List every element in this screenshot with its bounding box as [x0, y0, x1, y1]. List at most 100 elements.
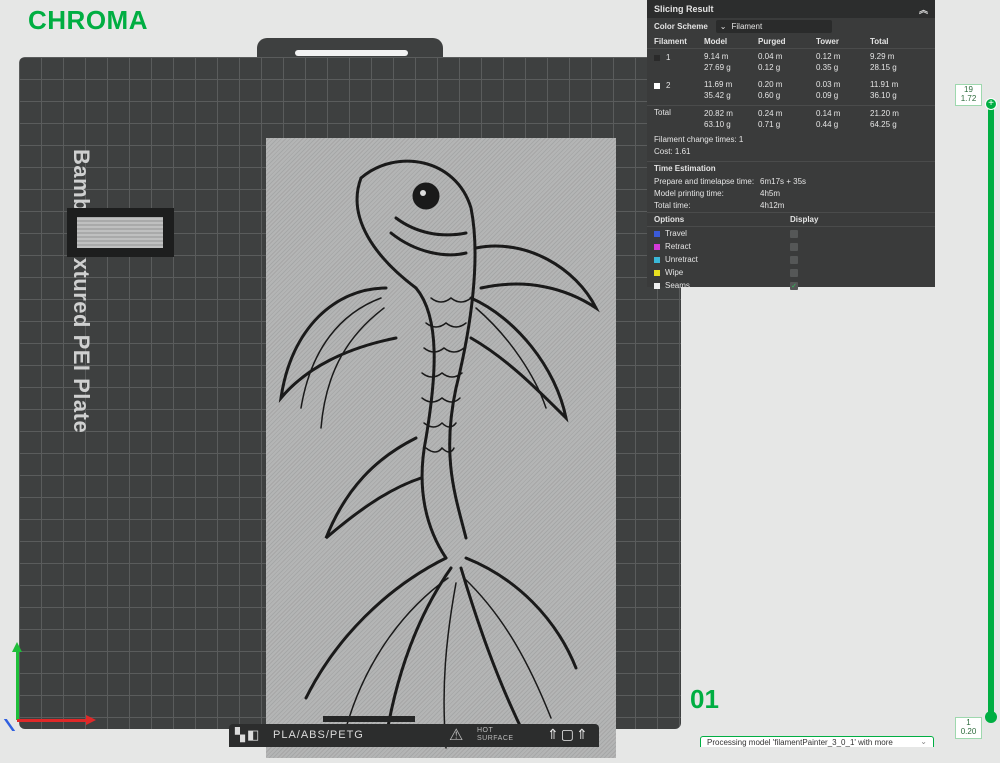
color-scheme-select[interactable]: ⌄ Filament — [715, 20, 832, 33]
koi-fish-model[interactable] — [266, 138, 616, 758]
header-filament: Filament — [654, 37, 687, 46]
collapse-icon[interactable]: ︽ — [919, 3, 928, 16]
panel-title: Slicing Result — [654, 4, 714, 14]
cell: 28.15 g — [870, 63, 897, 72]
cell: 0.04 m — [758, 52, 783, 61]
material-label: PLA/ABS/PETG — [273, 729, 364, 741]
cell: 0.12 g — [758, 63, 781, 72]
option-travel: Travel — [647, 227, 935, 240]
filament-swatch — [654, 54, 660, 61]
cell: 0.12 m — [816, 52, 841, 61]
small-part-top-surface — [77, 217, 163, 248]
cell: 0.44 g — [816, 120, 839, 129]
header-tower: Tower — [816, 37, 839, 46]
chevron-down-icon[interactable]: ⌄ — [920, 737, 927, 746]
bottom-layer-number: 1 — [966, 718, 971, 727]
filament-table-header: Filament Model Purged Tower Total — [647, 35, 935, 49]
cell: 21.20 m — [870, 109, 899, 118]
option-wipe: Wipe — [647, 266, 935, 279]
cell: 0.24 m — [758, 109, 783, 118]
wipe-swatch — [654, 269, 660, 276]
table-row: 2 11.69 m 35.42 g 0.20 m 0.60 g 0.03 m 0.09… — [647, 77, 935, 105]
top-layer-height: 1.72 — [960, 94, 977, 103]
cell: 0.60 g — [758, 91, 781, 100]
cell: 63.10 g — [704, 120, 731, 129]
slider-bottom-label: 1 0.20 — [955, 717, 982, 739]
processing-notification[interactable]: Processing model 'filamentPainter_3_0_1'… — [700, 736, 934, 747]
option-retract: Retract — [647, 240, 935, 253]
unretract-checkbox[interactable] — [790, 255, 798, 264]
panel-header[interactable]: Slicing Result ︽ — [647, 0, 935, 18]
small-part[interactable] — [67, 208, 174, 257]
chevron-down-icon: ⌄ — [719, 22, 727, 31]
filament-change-times: Filament change times: 1 — [654, 135, 744, 144]
color-scheme-label: Color Scheme — [654, 22, 708, 31]
table-total-row: Total 20.82 m 63.10 g 0.24 m 0.71 g 0.14 m… — [647, 105, 935, 134]
time-row-model: Model printing time: 4h5m — [654, 189, 781, 198]
wipe-checkbox[interactable] — [790, 268, 798, 277]
options-header: Options Display — [647, 212, 935, 227]
layer-slider-track[interactable] — [988, 104, 994, 718]
cell: 0.71 g — [758, 120, 781, 129]
plate-number: 01 — [690, 684, 719, 714]
hot-warning-icon: ⚠ — [449, 727, 464, 744]
header-total: Total — [870, 37, 889, 46]
plate-handle — [295, 50, 408, 56]
color-scheme-value: Filament — [731, 22, 763, 31]
y-axis-icon — [16, 650, 19, 720]
build-plate[interactable]: Bambu Textured PEI Plate — [19, 57, 681, 758]
cell: 0.14 m — [816, 109, 841, 118]
cell: 9.29 m — [870, 52, 895, 61]
header-model: Model — [704, 37, 728, 46]
travel-swatch — [654, 230, 660, 237]
cell: 9.14 m — [704, 52, 729, 61]
option-unretract: Unretract — [647, 253, 935, 266]
retract-checkbox[interactable] — [790, 242, 798, 251]
seams-swatch — [654, 282, 660, 289]
total-label: Total — [654, 108, 671, 117]
unretract-swatch — [654, 256, 660, 263]
time-row-total: Total time: 4h12m — [654, 201, 785, 210]
option-seams: Seams ✓ — [647, 279, 935, 292]
cell: 36.10 g — [870, 91, 897, 100]
cell: 0.35 g — [816, 63, 839, 72]
cell: 27.69 g — [704, 63, 731, 72]
top-layer-number: 19 — [964, 85, 973, 94]
bambu-logo-icon: ▚◧ — [235, 727, 262, 742]
table-row: 1 9.14 m 27.69 g 0.04 m 0.12 g 0.12 m 0.35 … — [647, 49, 935, 77]
seams-checkbox[interactable]: ✓ — [790, 281, 798, 290]
cell: 64.25 g — [870, 120, 897, 129]
plate-label-bar: ▚◧ PLA/ABS/PETG ⚠ HOT SURFACE ⇑▢⇑ — [229, 724, 599, 747]
filament-swatch — [654, 82, 660, 89]
x-axis-icon — [17, 719, 89, 722]
brand-logo: CHROMA — [28, 5, 148, 35]
layer-slider-top-thumb[interactable]: + — [985, 98, 997, 110]
cell: 35.42 g — [704, 91, 731, 100]
x-axis-arrow-icon — [86, 715, 96, 725]
filament-id: 1 — [666, 53, 671, 62]
koi-fish-drawing — [278, 159, 600, 749]
time-estimation-title: Time Estimation — [647, 161, 935, 176]
header-purged: Purged — [758, 37, 786, 46]
plate-bottom-notch — [323, 716, 415, 722]
time-row-prepare: Prepare and timelapse time: 6m17s + 35s — [654, 177, 807, 186]
cell: 0.09 g — [816, 91, 839, 100]
cell: 0.20 m — [758, 80, 783, 89]
color-scheme-row: Color Scheme ⌄ Filament — [647, 18, 935, 35]
layer-slider-bottom-thumb[interactable] — [985, 711, 997, 723]
cell: 20.82 m — [704, 109, 733, 118]
cell: 0.03 m — [816, 80, 841, 89]
slicing-result-panel: Slicing Result ︽ Color Scheme ⌄ Filament… — [647, 0, 935, 290]
slider-top-label: 19 1.72 — [955, 84, 982, 106]
cost: Cost: 1.61 — [654, 147, 691, 156]
bottom-layer-height: 0.20 — [960, 727, 977, 736]
hot-surface-label: HOT SURFACE — [477, 727, 514, 742]
plate-orientation-icons: ⇑▢⇑ — [547, 726, 590, 742]
filament-id: 2 — [666, 81, 671, 90]
cell: 11.69 m — [704, 80, 733, 89]
travel-checkbox[interactable] — [790, 229, 798, 238]
plate-title: Bambu Textured PEI Plate — [69, 149, 94, 434]
cell: 11.91 m — [870, 80, 899, 89]
retract-swatch — [654, 243, 660, 250]
notification-text: Processing model 'filamentPainter_3_0_1'… — [707, 738, 893, 747]
